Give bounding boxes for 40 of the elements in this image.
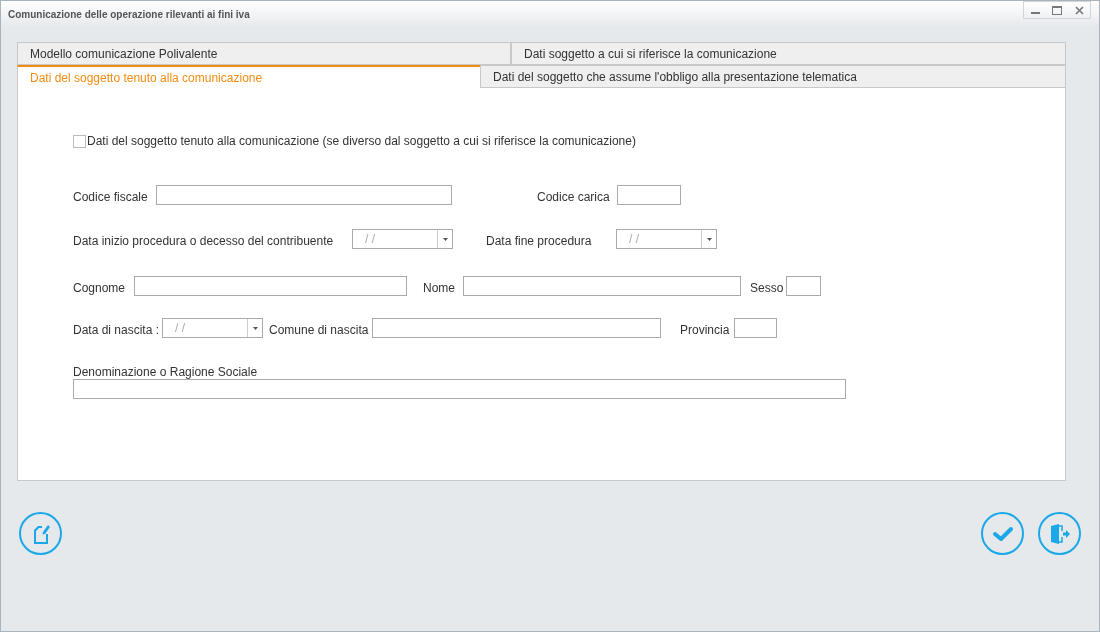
field-label: Data fine procedura bbox=[486, 233, 593, 250]
window-title: Comunicazione delle operazione rilevanti ai fini iva bbox=[8, 7, 250, 22]
text-field[interactable] bbox=[617, 185, 681, 205]
field-label: Codice carica bbox=[537, 189, 611, 206]
field-label: Data di nascita : bbox=[73, 322, 161, 339]
text-field[interactable] bbox=[372, 318, 661, 338]
date-picker[interactable]: / / bbox=[162, 318, 263, 338]
field-label: Provincia bbox=[680, 322, 731, 339]
field-label: Denominazione o Ragione Sociale bbox=[73, 364, 259, 378]
tab[interactable]: Dati del soggetto tenuto alla comunicazione bbox=[17, 65, 480, 88]
field-label: Sesso bbox=[750, 280, 785, 297]
checkmark-icon bbox=[991, 525, 1014, 542]
text-field[interactable] bbox=[134, 276, 407, 296]
close-icon bbox=[1074, 5, 1084, 15]
dropdown-arrow-icon bbox=[442, 237, 448, 241]
minimize-icon bbox=[1030, 12, 1040, 14]
edit-document-button[interactable] bbox=[19, 512, 62, 555]
field-label: Cognome bbox=[73, 280, 127, 297]
checkbox-label: Dati del soggetto tenuto alla comunicazione (se diverso dal soggetto a cui si riferisce la comunicazione) bbox=[87, 133, 636, 150]
text-field[interactable] bbox=[734, 318, 777, 338]
tab[interactable]: Dati del soggetto che assume l'obbligo alla presentazione telematica bbox=[480, 65, 1066, 88]
text-field[interactable] bbox=[156, 185, 452, 205]
dropdown-arrow-icon bbox=[252, 326, 258, 330]
text-field[interactable] bbox=[463, 276, 741, 296]
dropdown-arrow-icon bbox=[706, 237, 712, 241]
maximize-icon bbox=[1052, 5, 1062, 15]
confirm-button[interactable] bbox=[981, 512, 1024, 555]
text-field[interactable] bbox=[786, 276, 821, 296]
exit-door-icon bbox=[1048, 523, 1071, 544]
field-label: Comune di nascita bbox=[269, 322, 370, 339]
exit-button[interactable] bbox=[1038, 512, 1081, 555]
date-picker[interactable]: / / bbox=[616, 229, 717, 249]
checkbox[interactable] bbox=[73, 134, 86, 148]
date-picker[interactable]: / / bbox=[352, 229, 453, 249]
field-label: Codice fiscale bbox=[73, 189, 149, 206]
field-label: Data inizio procedura o decesso del contribuente bbox=[73, 233, 335, 250]
text-field[interactable] bbox=[73, 379, 846, 399]
field-label: Nome bbox=[423, 280, 456, 297]
tab[interactable]: Dati soggetto a cui si riferisce la comunicazione bbox=[511, 42, 1066, 65]
tab[interactable]: Modello comunicazione Polivalente bbox=[17, 42, 511, 65]
